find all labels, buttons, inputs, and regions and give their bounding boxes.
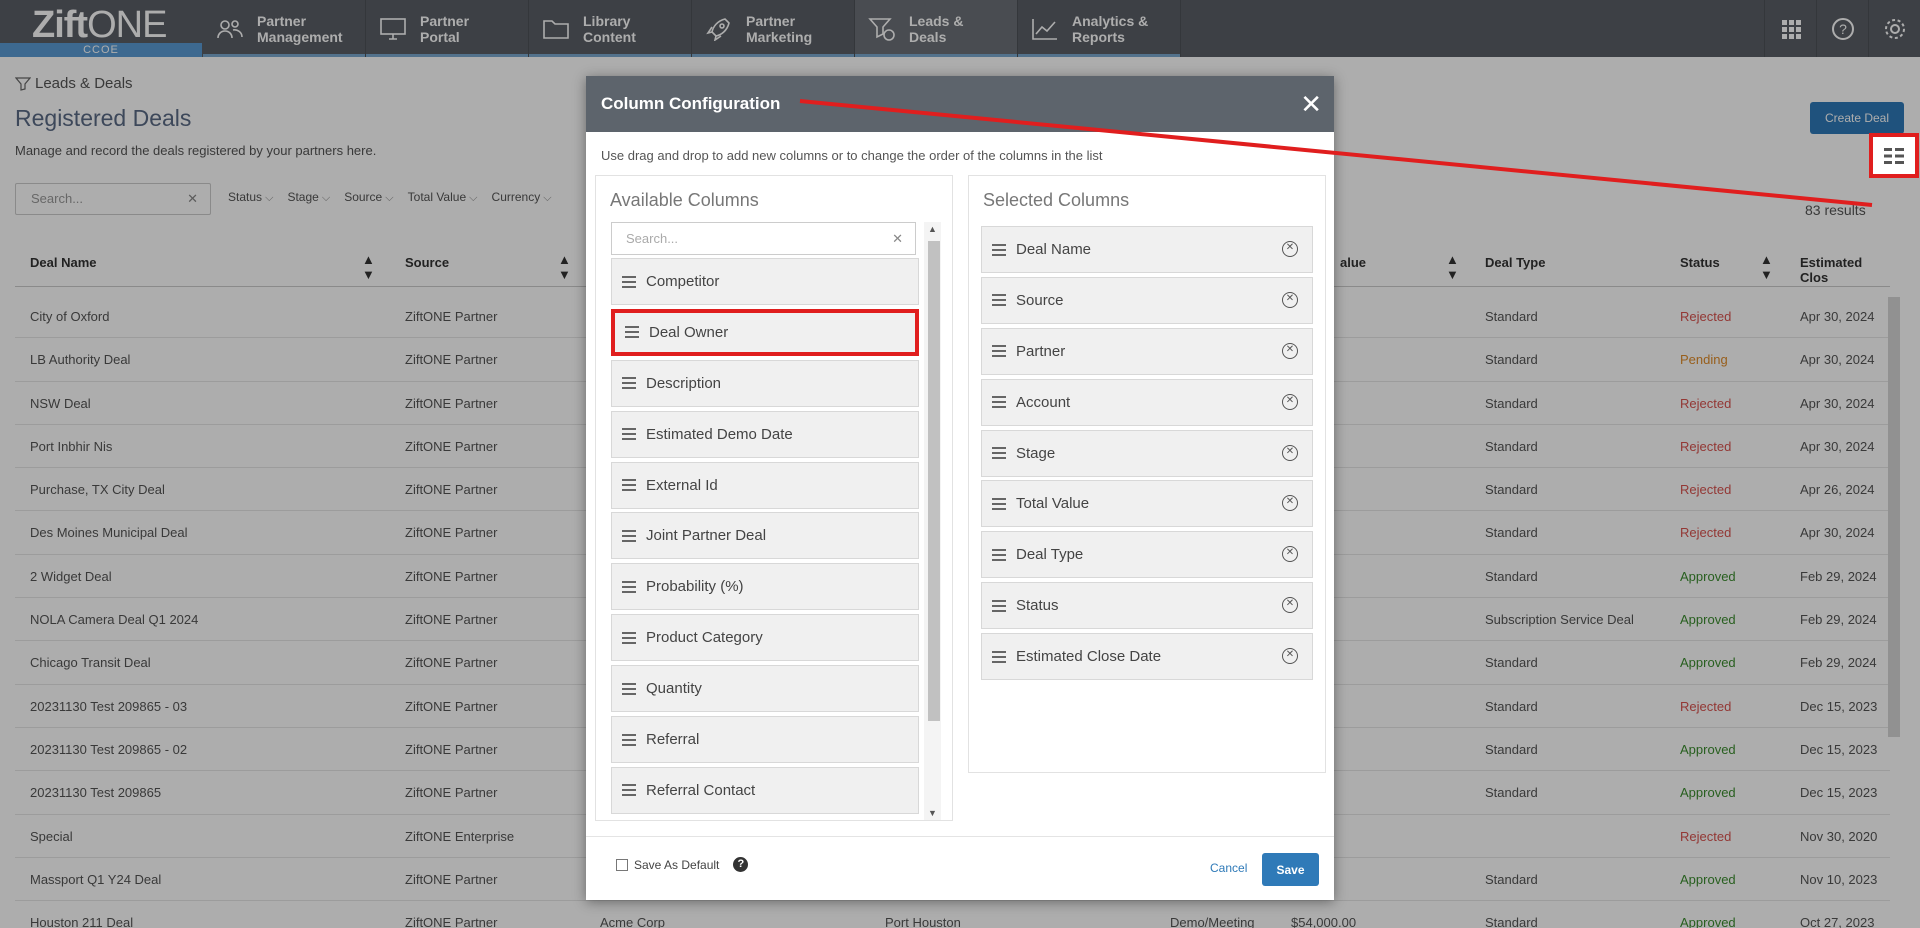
available-column-item[interactable]: Probability (%) <box>611 563 919 611</box>
available-column-item[interactable]: Description <box>611 359 919 407</box>
save-as-default-checkbox[interactable]: Save As Default ? <box>616 857 749 872</box>
drag-handle-icon[interactable] <box>992 396 1006 409</box>
drag-handle-icon[interactable] <box>992 294 1006 307</box>
remove-column-icon[interactable]: ✕ <box>1282 444 1298 461</box>
selected-columns-panel: Selected Columns Deal Name ✕ Source ✕ Partne… <box>968 175 1326 773</box>
column-config-modal: Column Configuration ✕ Use drag and drop… <box>586 76 1334 900</box>
selected-column-item[interactable]: Deal Name ✕ <box>981 226 1313 273</box>
column-label: Probability (%) <box>646 578 744 596</box>
available-column-item[interactable]: Competitor <box>611 258 919 305</box>
drag-handle-icon[interactable] <box>622 784 636 797</box>
scrollbar-thumb[interactable] <box>928 241 940 721</box>
available-column-item[interactable]: Estimated Demo Date <box>611 410 919 458</box>
drag-handle-icon[interactable] <box>625 326 639 339</box>
drag-handle-icon[interactable] <box>622 733 636 746</box>
selected-column-item[interactable]: Partner ✕ <box>981 327 1313 375</box>
remove-column-icon[interactable]: ✕ <box>1282 546 1298 563</box>
column-label: Product Category <box>646 629 763 647</box>
close-icon[interactable]: ✕ <box>1300 76 1322 132</box>
save-button[interactable]: Save <box>1262 853 1319 886</box>
modal-description: Use drag and drop to add new columns or … <box>601 148 1103 163</box>
column-config-button[interactable] <box>1869 133 1919 178</box>
column-label: Stage <box>1016 444 1056 462</box>
drag-handle-icon[interactable] <box>992 599 1006 612</box>
selected-column-item[interactable]: Total Value ✕ <box>981 480 1313 528</box>
column-label: Total Value <box>1016 495 1090 513</box>
column-label: Partner <box>1016 342 1066 360</box>
modal-footer: Save As Default ? Cancel Save <box>586 836 1334 900</box>
column-label: Source <box>1016 291 1064 309</box>
save-as-default-label: Save As Default <box>634 857 720 872</box>
drag-handle-icon[interactable] <box>622 428 636 441</box>
column-label: Competitor <box>646 273 720 290</box>
column-label: Estimated Close Date <box>1016 648 1162 666</box>
selected-column-item[interactable]: Deal Type ✕ <box>981 531 1313 579</box>
remove-column-icon[interactable]: ✕ <box>1282 241 1298 257</box>
available-search-input[interactable]: Search... ✕ <box>611 222 916 255</box>
column-label: Description <box>646 374 722 392</box>
available-column-item[interactable]: Deal Owner <box>611 308 919 356</box>
modal-header: Column Configuration ✕ <box>586 76 1334 132</box>
remove-column-icon[interactable]: ✕ <box>1282 648 1298 665</box>
drag-handle-icon[interactable] <box>622 631 636 644</box>
drag-handle-icon[interactable] <box>992 447 1006 460</box>
clear-search-icon[interactable]: ✕ <box>892 223 903 254</box>
available-columns-title: Available Columns <box>610 190 759 210</box>
scroll-up-icon[interactable]: ▲ <box>928 224 937 234</box>
drag-handle-icon[interactable] <box>622 580 636 593</box>
remove-column-icon[interactable]: ✕ <box>1282 291 1298 308</box>
column-label: Estimated Demo Date <box>646 425 793 443</box>
column-label: Joint Partner Deal <box>646 527 767 545</box>
modal-title: Column Configuration <box>601 94 781 113</box>
checkbox-box[interactable] <box>616 858 628 871</box>
drag-handle-icon[interactable] <box>992 345 1006 358</box>
selected-column-item[interactable]: Status ✕ <box>981 582 1313 630</box>
available-search-placeholder: Search... <box>626 231 679 246</box>
drag-handle-icon[interactable] <box>622 377 636 390</box>
available-column-item[interactable]: Referral Contact <box>611 766 919 814</box>
scroll-down-icon[interactable]: ▼ <box>928 808 937 818</box>
column-label: Status <box>1016 597 1059 615</box>
drag-handle-icon[interactable] <box>622 529 636 542</box>
drag-handle-icon[interactable] <box>992 650 1006 663</box>
selected-column-item[interactable]: Estimated Close Date ✕ <box>981 633 1313 681</box>
available-column-item[interactable]: External Id <box>611 461 919 509</box>
available-column-item[interactable]: Product Category <box>611 614 919 662</box>
available-column-item[interactable]: Referral <box>611 716 919 764</box>
column-label: External Id <box>646 476 718 494</box>
help-icon[interactable]: ? <box>733 857 749 872</box>
drag-handle-icon[interactable] <box>622 682 636 695</box>
drag-handle-icon[interactable] <box>992 548 1006 561</box>
selected-column-item[interactable]: Account ✕ <box>981 378 1313 426</box>
drag-handle-icon[interactable] <box>992 243 1006 256</box>
column-list-icon <box>1884 147 1904 164</box>
column-label: Deal Type <box>1016 546 1084 564</box>
column-label: Referral <box>646 731 700 749</box>
column-label: Deal Owner <box>649 323 729 341</box>
remove-column-icon[interactable]: ✕ <box>1282 393 1298 410</box>
column-label: Deal Name <box>1016 241 1092 258</box>
drag-handle-icon[interactable] <box>992 497 1006 510</box>
selected-columns-list: Deal Name ✕ Source ✕ Partner ✕ Account ✕ Stage ✕ T… <box>981 226 1313 684</box>
drag-handle-icon[interactable] <box>622 275 636 288</box>
selected-column-item[interactable]: Stage ✕ <box>981 429 1313 477</box>
drag-handle-icon[interactable] <box>622 479 636 492</box>
cancel-button[interactable]: Cancel <box>1210 861 1247 875</box>
column-label: Referral Contact <box>646 781 756 799</box>
remove-column-icon[interactable]: ✕ <box>1282 342 1298 359</box>
remove-column-icon[interactable]: ✕ <box>1282 495 1298 512</box>
column-label: Account <box>1016 393 1071 411</box>
remove-column-icon[interactable]: ✕ <box>1282 597 1298 614</box>
selected-column-item[interactable]: Source ✕ <box>981 276 1313 324</box>
available-column-item[interactable]: Joint Partner Deal <box>611 512 919 560</box>
available-columns-panel: Available Columns Search... ✕ Competitor D… <box>595 175 953 821</box>
available-list-scrollbar[interactable]: ▲ ▼ <box>924 222 941 820</box>
selected-columns-title: Selected Columns <box>983 190 1130 210</box>
column-label: Quantity <box>646 680 702 698</box>
available-column-item[interactable]: Quantity <box>611 665 919 713</box>
available-columns-list: Competitor Deal Owner Description Estimated… <box>611 258 919 818</box>
